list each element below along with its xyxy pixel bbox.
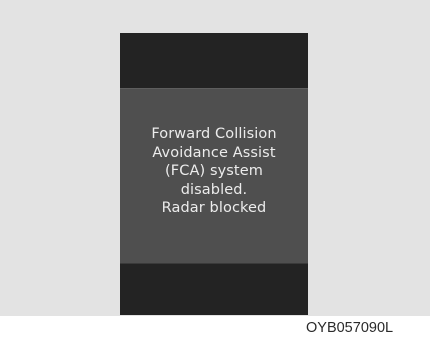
message-line-1: Forward Collision: [151, 126, 277, 142]
figure-background: Forward Collision Avoidance Assist (FCA)…: [0, 0, 430, 316]
message-line-3: (FCA) system: [165, 163, 263, 179]
message-line-5: Radar blocked: [161, 200, 267, 216]
message-line-2: Avoidance Assist: [152, 144, 276, 161]
warning-message-panel: Forward Collision Avoidance Assist (FCA)…: [120, 88, 308, 264]
message-line-4: disabled.: [180, 181, 248, 198]
fca-warning-message: Forward Collision Avoidance Assist (FCA)…: [120, 125, 308, 218]
figure-code: OYB057090L: [306, 320, 394, 336]
instrument-cluster-display: Forward Collision Avoidance Assist (FCA)…: [120, 33, 308, 315]
